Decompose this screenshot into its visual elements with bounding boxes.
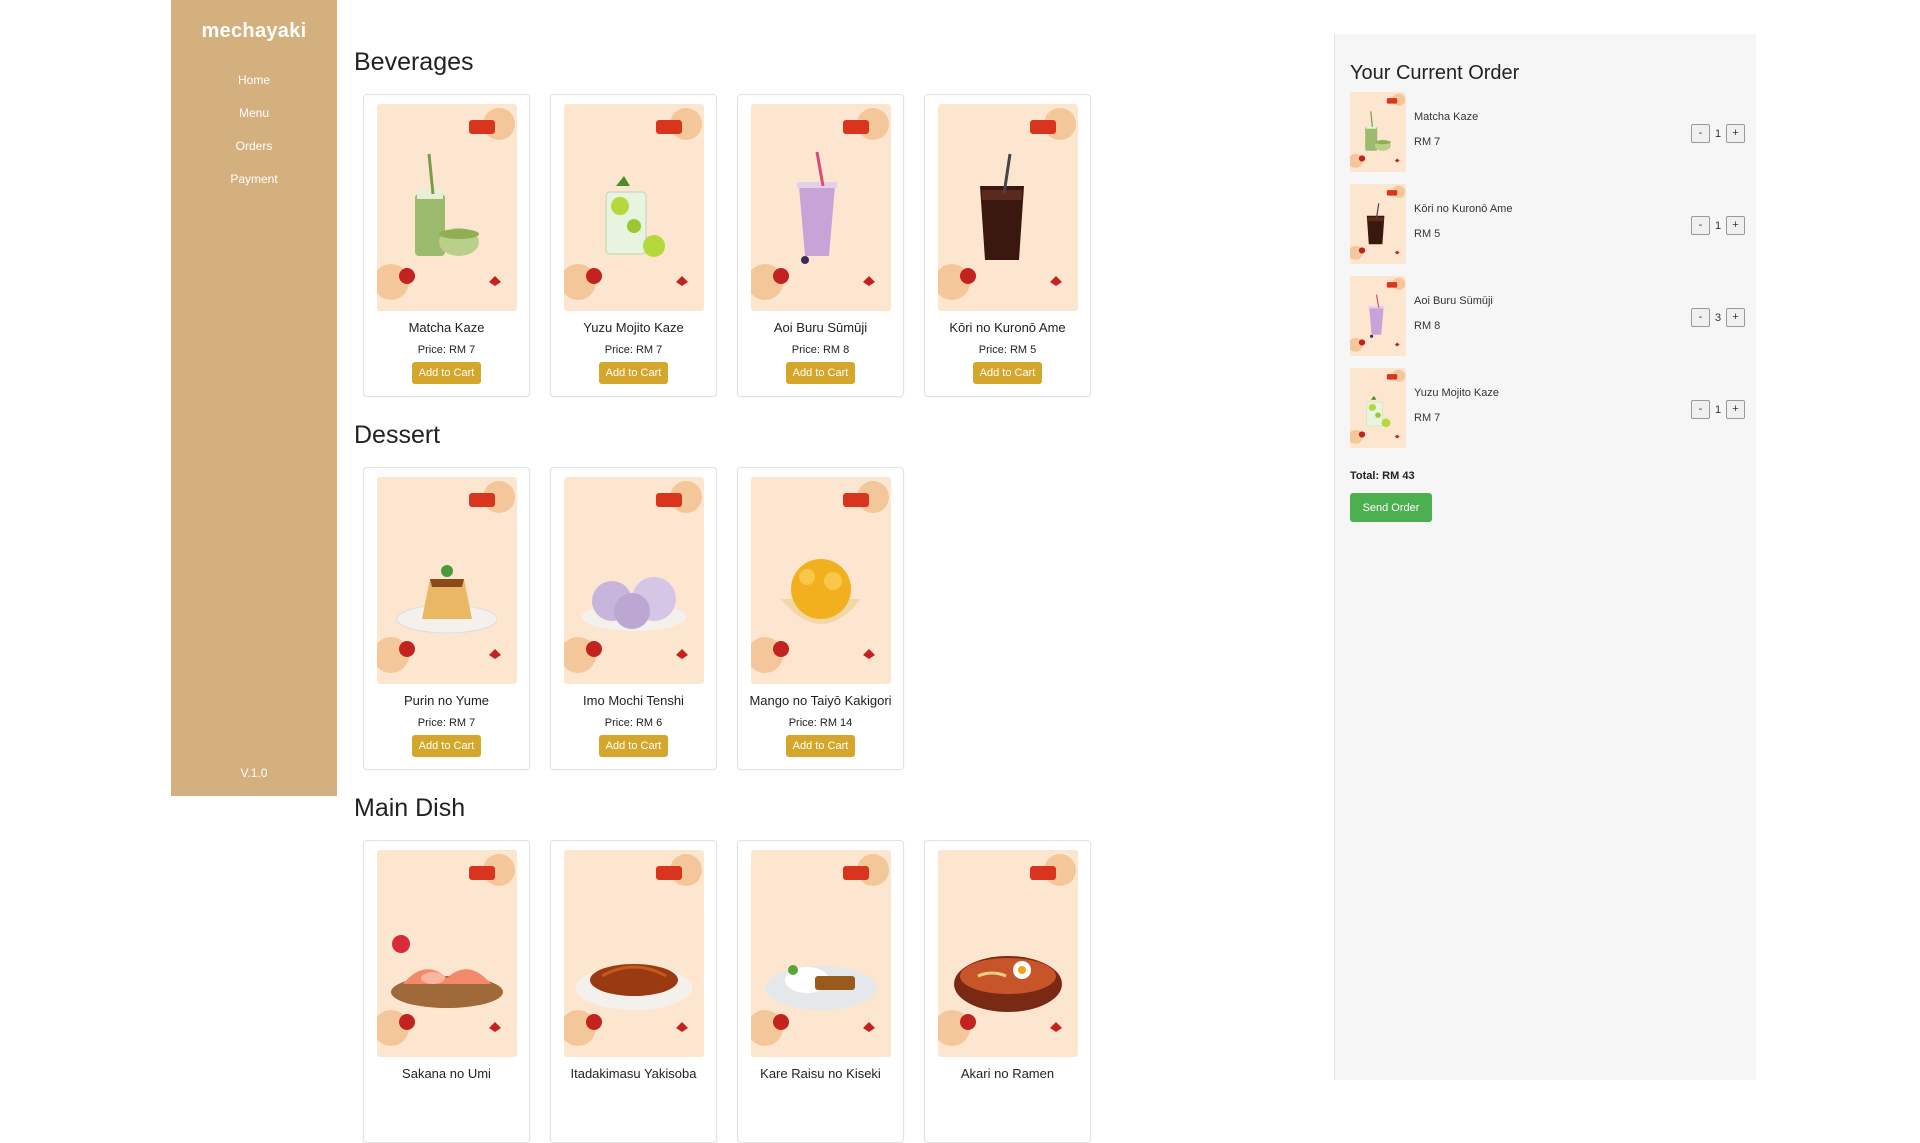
quantity-stepper: - 1 +: [1691, 216, 1745, 235]
quantity-stepper: - 1 +: [1691, 124, 1745, 143]
menu-card: Kare Raisu no Kiseki: [737, 840, 904, 1143]
item-price: Price: RM 7: [417, 344, 476, 356]
decrease-quantity-button[interactable]: -: [1691, 308, 1710, 327]
order-total: Total: RM 43: [1350, 470, 1415, 482]
menu-card: Matcha Kaze Price: RM 7 Add to Cart: [363, 94, 530, 397]
order-item-thumbnail: [1348, 276, 1406, 356]
menu-card: Aoi Buru Sūmūji Price: RM 8 Add to Cart: [737, 94, 904, 397]
food-image: [372, 850, 517, 1057]
order-item-name: Yuzu Mojito Kaze: [1414, 387, 1499, 399]
menu-card: Yuzu Mojito Kaze Price: RM 7 Add to Cart: [550, 94, 717, 397]
nav-orders[interactable]: Orders: [236, 130, 273, 163]
current-order-panel: Your Current Order Matcha Kaze RM 7 - 1 …: [1334, 34, 1756, 1080]
item-name: Itadakimasu Yakisoba: [570, 1066, 697, 1081]
version-label: V.1.0: [240, 766, 268, 780]
item-name: Yuzu Mojito Kaze: [583, 320, 684, 335]
quantity-stepper: - 3 +: [1691, 308, 1745, 327]
increase-quantity-button[interactable]: +: [1726, 124, 1745, 143]
item-name: Kare Raisu no Kiseki: [760, 1066, 881, 1081]
order-item: Matcha Kaze RM 7 - 1 +: [1348, 92, 1745, 172]
menu-card: Sakana no Umi: [363, 840, 530, 1143]
menu-card: Kōri no Kuronō Ame Price: RM 5 Add to Ca…: [924, 94, 1091, 397]
food-image: [746, 104, 891, 311]
sidebar-nav: Home Menu Orders Payment: [230, 64, 277, 196]
nav-payment[interactable]: Payment: [230, 163, 277, 196]
order-item-name: Matcha Kaze: [1414, 111, 1479, 123]
add-to-cart-button[interactable]: Add to Cart: [411, 735, 482, 757]
item-name: Purin no Yume: [403, 693, 490, 708]
item-price: Price: RM 14: [788, 717, 853, 729]
beverages-grid: Matcha Kaze Price: RM 7 Add to Cart Yuzu…: [363, 94, 1091, 397]
food-image: [746, 850, 891, 1057]
decrease-quantity-button[interactable]: -: [1691, 216, 1710, 235]
order-item-price: RM 5: [1414, 228, 1441, 240]
decrease-quantity-button[interactable]: -: [1691, 400, 1710, 419]
add-to-cart-button[interactable]: Add to Cart: [598, 362, 669, 384]
food-image: [933, 850, 1078, 1057]
sidebar: mechayaki Home Menu Orders Payment V.1.0: [171, 0, 337, 796]
menu-card: Imo Mochi Tenshi Price: RM 6 Add to Cart: [550, 467, 717, 770]
increase-quantity-button[interactable]: +: [1726, 216, 1745, 235]
order-item: Yuzu Mojito Kaze RM 7 - 1 +: [1348, 368, 1745, 448]
item-price: Price: RM 6: [604, 717, 663, 729]
increase-quantity-button[interactable]: +: [1726, 400, 1745, 419]
item-price: Price: RM 5: [978, 344, 1037, 356]
decrease-quantity-button[interactable]: -: [1691, 124, 1710, 143]
food-image: [933, 104, 1078, 311]
add-to-cart-button[interactable]: Add to Cart: [411, 362, 482, 384]
item-name: Sakana no Umi: [402, 1066, 491, 1081]
add-to-cart-button[interactable]: Add to Cart: [972, 362, 1043, 384]
quantity-value: 1: [1714, 219, 1722, 232]
quantity-value: 1: [1714, 403, 1722, 416]
order-item-name: Aoi Buru Sūmūji: [1414, 295, 1493, 307]
item-name: Akari no Ramen: [960, 1066, 1055, 1081]
section-title-beverages: Beverages: [354, 48, 474, 76]
order-item-price: RM 8: [1414, 320, 1441, 332]
menu-card: Mango no Taiyō Kakigori Price: RM 14 Add…: [737, 467, 904, 770]
nav-home[interactable]: Home: [238, 64, 270, 97]
item-price: Price: RM 7: [604, 344, 663, 356]
menu-card: Purin no Yume Price: RM 7 Add to Cart: [363, 467, 530, 770]
order-item-thumbnail: [1348, 184, 1406, 264]
quantity-value: 3: [1714, 311, 1722, 324]
dessert-grid: Purin no Yume Price: RM 7 Add to Cart Im…: [363, 467, 904, 770]
quantity-stepper: - 1 +: [1691, 400, 1745, 419]
order-item-thumbnail: [1348, 368, 1406, 448]
quantity-value: 1: [1714, 127, 1722, 140]
section-title-main-dish: Main Dish: [354, 794, 466, 822]
item-name: Kōri no Kuronō Ame: [949, 320, 1066, 335]
food-image: [372, 104, 517, 311]
add-to-cart-button[interactable]: Add to Cart: [785, 735, 856, 757]
order-item-name: Kōri no Kuronō Ame: [1414, 203, 1513, 215]
order-item-price: RM 7: [1414, 136, 1441, 148]
food-image: [372, 477, 517, 684]
order-title: Your Current Order: [1350, 62, 1520, 84]
order-item-thumbnail: [1348, 92, 1406, 172]
increase-quantity-button[interactable]: +: [1726, 308, 1745, 327]
item-price: Price: RM 8: [791, 344, 850, 356]
food-image: [746, 477, 891, 684]
send-order-button[interactable]: Send Order: [1350, 493, 1432, 522]
item-name: Aoi Buru Sūmūji: [773, 320, 868, 335]
order-item-price: RM 7: [1414, 412, 1441, 424]
menu-card: Akari no Ramen: [924, 840, 1091, 1143]
section-title-dessert: Dessert: [354, 421, 441, 449]
item-name: Mango no Taiyō Kakigori: [749, 693, 892, 708]
item-name: Imo Mochi Tenshi: [583, 693, 684, 708]
main-dish-grid: Sakana no Umi Itadakimasu Yakisoba Kare …: [363, 840, 1091, 1143]
item-name: Matcha Kaze: [408, 320, 485, 335]
food-image: [559, 104, 704, 311]
menu-main: Beverages Matcha Kaze Price: RM 7 Add to…: [354, 0, 1314, 1143]
item-price: Price: RM 7: [417, 717, 476, 729]
order-item: Aoi Buru Sūmūji RM 8 - 3 +: [1348, 276, 1745, 356]
add-to-cart-button[interactable]: Add to Cart: [785, 362, 856, 384]
food-image: [559, 850, 704, 1057]
menu-card: Itadakimasu Yakisoba: [550, 840, 717, 1143]
order-item: Kōri no Kuronō Ame RM 5 - 1 +: [1348, 184, 1745, 264]
nav-menu[interactable]: Menu: [239, 97, 269, 130]
food-image: [559, 477, 704, 684]
add-to-cart-button[interactable]: Add to Cart: [598, 735, 669, 757]
brand-logo[interactable]: mechayaki: [202, 20, 307, 43]
